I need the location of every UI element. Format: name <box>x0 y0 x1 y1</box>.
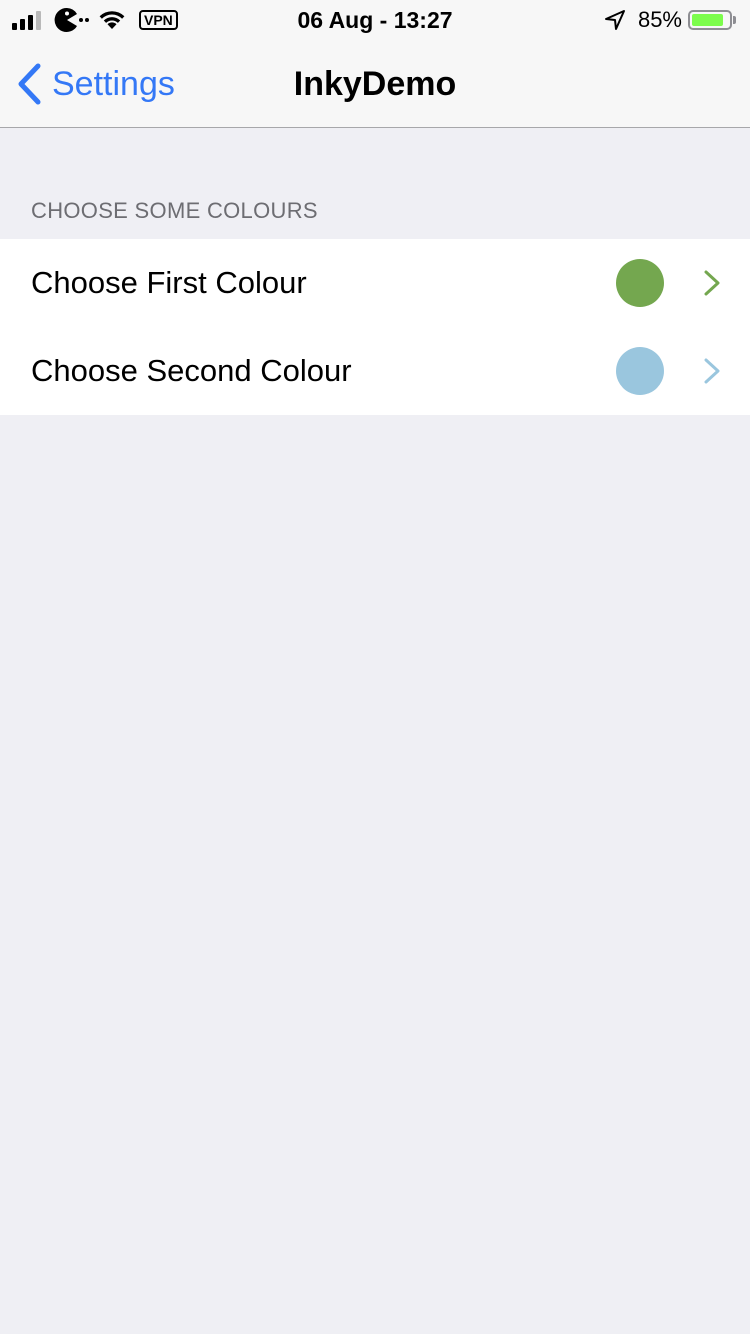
battery-icon <box>688 10 732 30</box>
row-label: Choose Second Colour <box>31 353 352 388</box>
chevron-right-icon <box>704 358 720 384</box>
choose-first-colour-row[interactable]: Choose First Colour <box>0 239 750 327</box>
battery-cap <box>733 16 736 24</box>
screen: VPN 06 Aug - 13:27 85% Settings InkyDemo… <box>0 0 750 1334</box>
colour-list: Choose First Colour Choose Second Colour <box>0 239 750 415</box>
page-title: InkyDemo <box>293 65 457 103</box>
status-bar-right: 85% <box>604 6 736 34</box>
battery-level <box>692 14 723 26</box>
colour-swatch <box>616 259 664 307</box>
section-header: CHOOSE SOME COLOURS <box>31 198 318 223</box>
battery-percent: 85% <box>637 7 682 32</box>
choose-second-colour-row[interactable]: Choose Second Colour <box>0 327 750 415</box>
colour-swatch <box>616 347 664 395</box>
navigation-bar: Settings InkyDemo <box>0 40 750 128</box>
status-bar: VPN 06 Aug - 13:27 85% <box>0 0 750 40</box>
row-label: Choose First Colour <box>31 265 307 300</box>
location-arrow-icon <box>604 10 625 30</box>
chevron-right-icon <box>704 270 720 296</box>
